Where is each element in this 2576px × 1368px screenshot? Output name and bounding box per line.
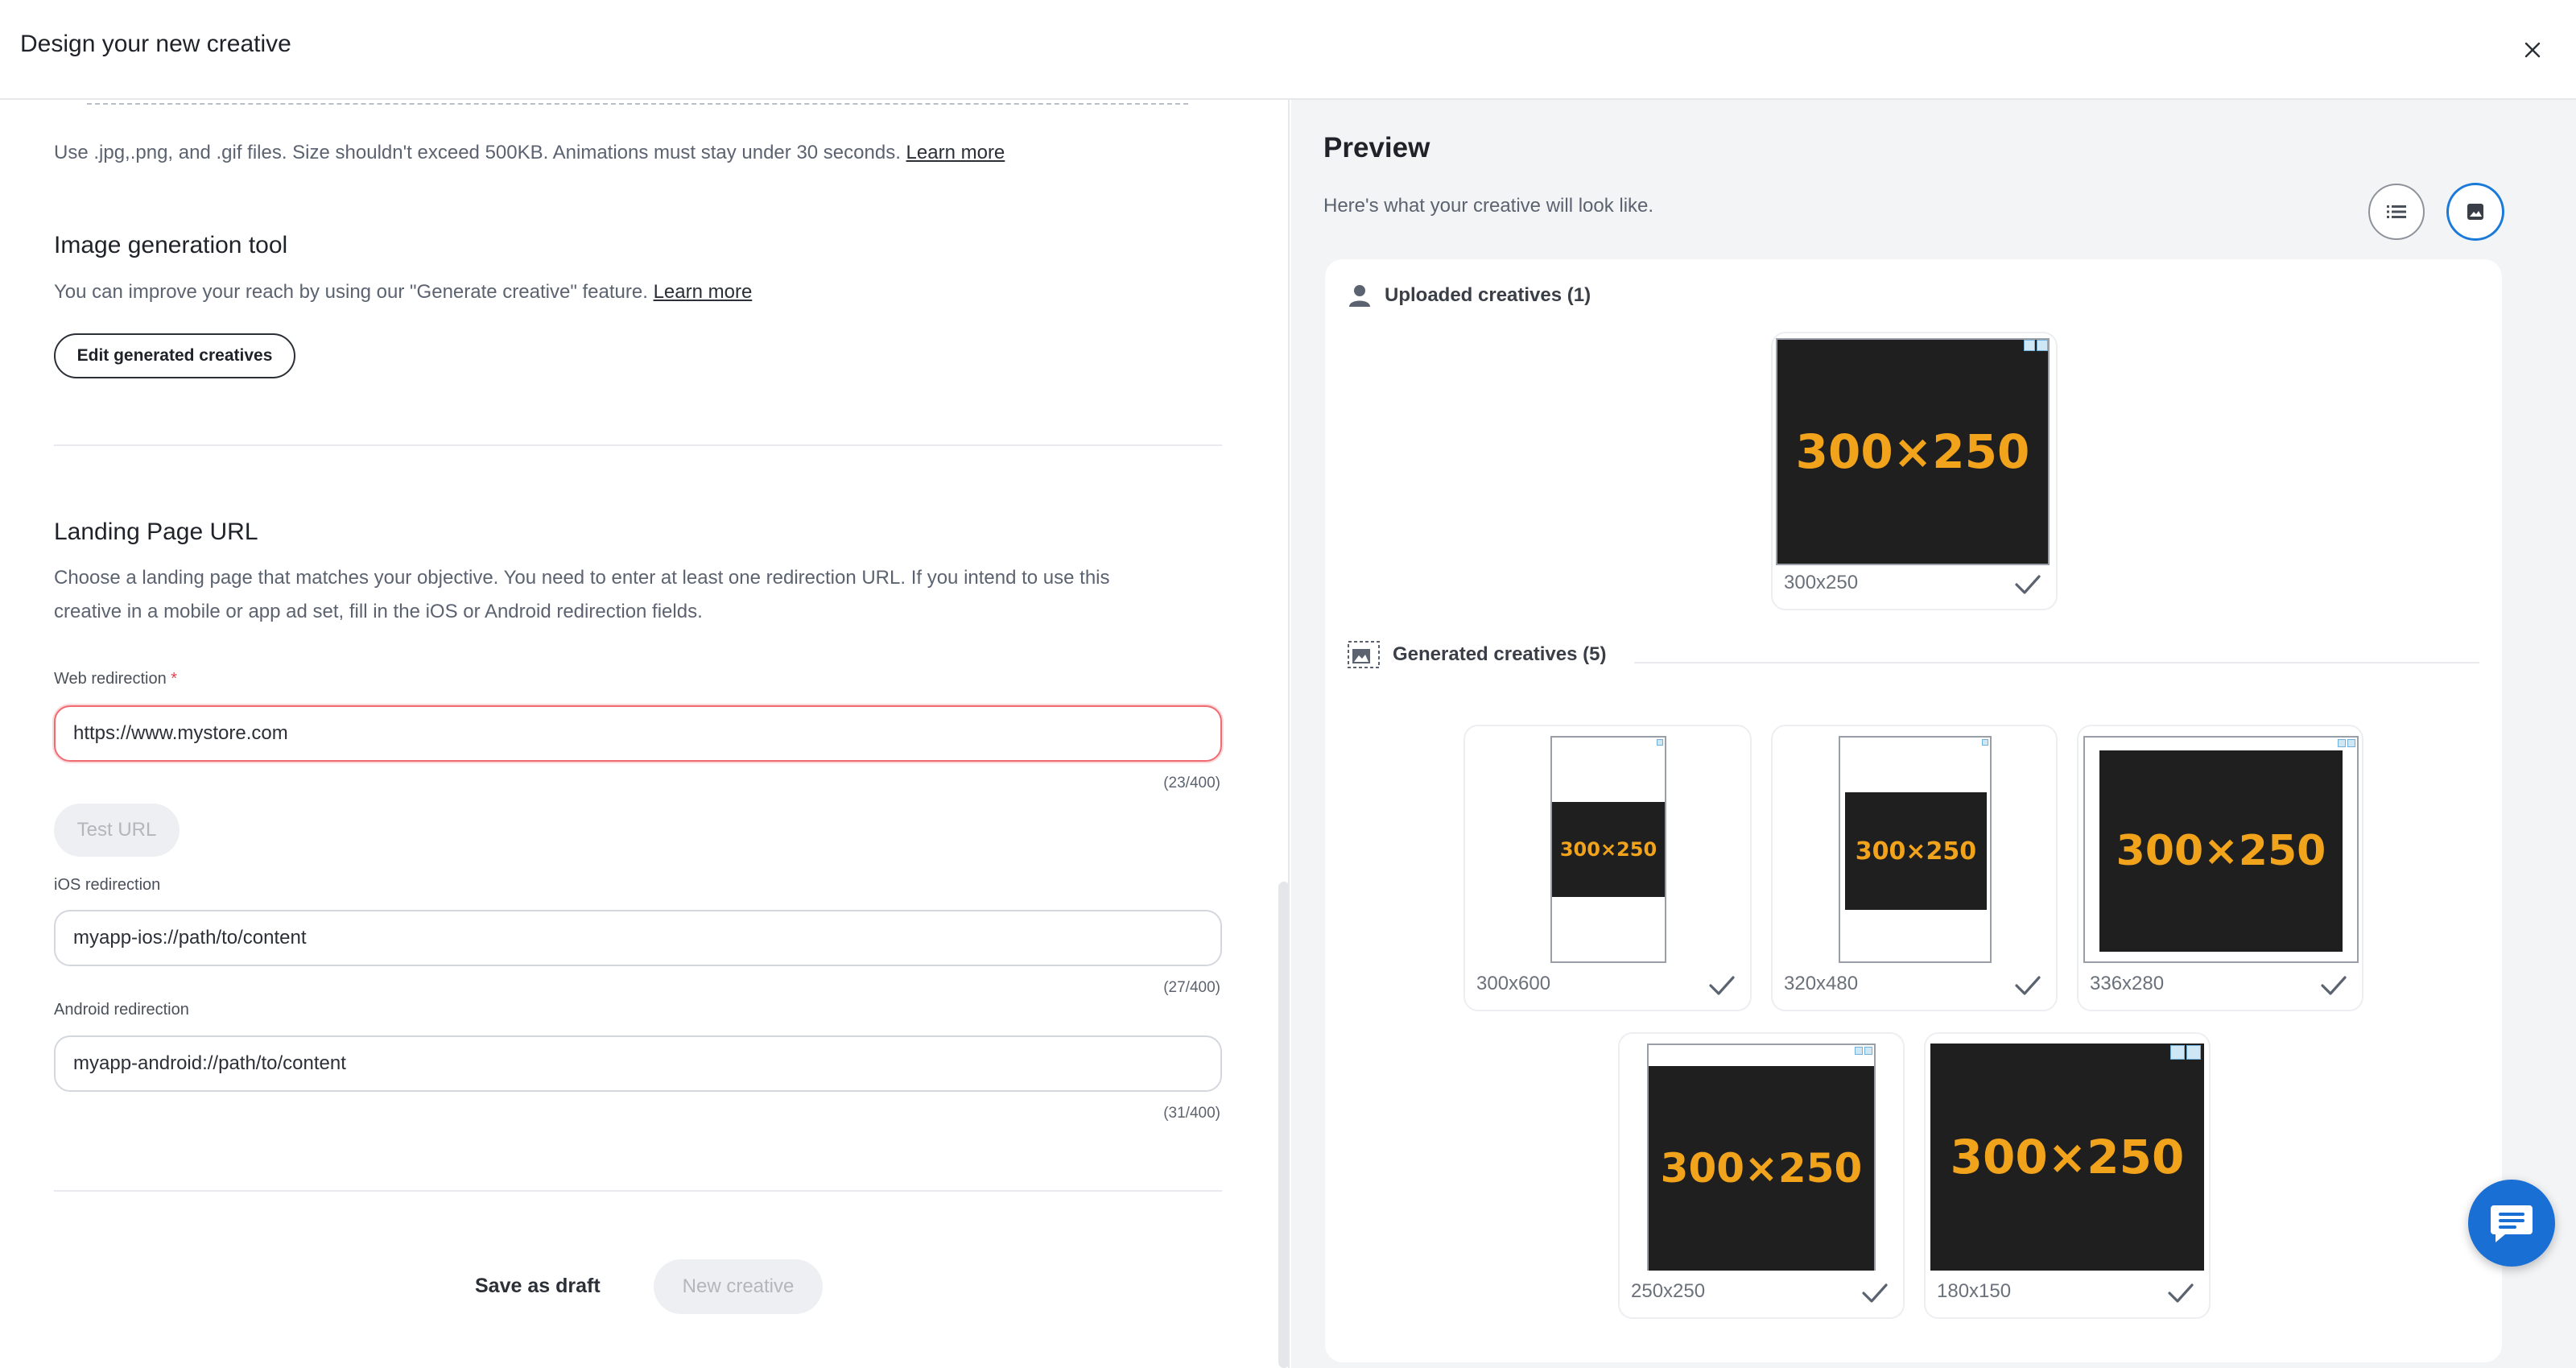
landing-page-description-line2: creative in a mobile or app ad set, fill… bbox=[54, 601, 703, 622]
landing-page-description-line1: Choose a landing page that matches your … bbox=[54, 567, 1110, 589]
checkmark-icon[interactable] bbox=[2014, 974, 2041, 997]
ad-preview: 300×250 bbox=[1776, 338, 2050, 565]
uploaded-creative-tile[interactable]: 300×250 300x250 bbox=[1771, 332, 2058, 610]
web-redirection-counter: (23/400) bbox=[1163, 775, 1220, 791]
uploaded-creatives-heading: Uploaded creatives (1) bbox=[1348, 283, 1591, 308]
adchoices-icon bbox=[1657, 739, 1663, 746]
chat-icon bbox=[2491, 1205, 2533, 1242]
image-view-icon bbox=[2467, 204, 2483, 220]
upload-dropzone-edge[interactable] bbox=[87, 100, 1188, 105]
image-view-button[interactable] bbox=[2447, 184, 2504, 240]
generated-creatives-label: Generated creatives (5) bbox=[1393, 643, 1607, 665]
save-as-draft-button[interactable]: Save as draft bbox=[475, 1275, 601, 1298]
close-icon bbox=[2524, 42, 2541, 58]
adchoices-icon bbox=[2338, 739, 2355, 747]
ad-preview: 300×250 bbox=[1552, 802, 1665, 897]
creative-size-label: 336x280 bbox=[2090, 973, 2165, 994]
generated-creative-tile[interactable]: 300×250 180x150 bbox=[1924, 1032, 2211, 1319]
section-divider bbox=[54, 444, 1222, 446]
generated-creative-tile[interactable]: 300×250 320x480 bbox=[1771, 725, 2058, 1011]
creative-size-label: 180x150 bbox=[1937, 1280, 2012, 1302]
upload-hint-text: Use .jpg,.png, and .gif files. Size shou… bbox=[54, 142, 901, 163]
creative-size-label: 320x480 bbox=[1784, 973, 1859, 994]
android-redirection-counter: (31/400) bbox=[1163, 1105, 1220, 1122]
ios-redirection-label: iOS redirection bbox=[54, 876, 161, 894]
checkmark-icon[interactable] bbox=[1708, 974, 1736, 997]
footer-divider bbox=[54, 1190, 1222, 1192]
list-view-icon bbox=[2387, 205, 2406, 218]
generated-creatives-heading: Generated creatives (5) bbox=[1348, 641, 1606, 668]
user-icon bbox=[1348, 283, 1372, 308]
upload-learn-more-link[interactable]: Learn more bbox=[906, 142, 1005, 163]
edit-generated-creatives-button[interactable]: Edit generated creatives bbox=[54, 333, 295, 378]
upload-hint: Use .jpg,.png, and .gif files. Size shou… bbox=[54, 142, 1005, 164]
checkmark-icon[interactable] bbox=[2014, 573, 2041, 596]
ios-redirection-input[interactable] bbox=[54, 910, 1222, 966]
modal-title: Design your new creative bbox=[20, 31, 291, 57]
ad-frame: 300×250 bbox=[2083, 736, 2359, 963]
adchoices-icon bbox=[1855, 1047, 1872, 1055]
generated-image-icon bbox=[1348, 641, 1380, 668]
chat-button[interactable] bbox=[2468, 1180, 2555, 1267]
ad-preview: 300×250 bbox=[1930, 1044, 2204, 1271]
ad-frame: 300×250 bbox=[1839, 736, 1992, 963]
required-mark: * bbox=[171, 670, 178, 688]
form-scrollbar[interactable] bbox=[1278, 882, 1288, 1368]
adchoices-icon bbox=[1982, 739, 1988, 746]
ad-preview: 300×250 bbox=[1649, 1066, 1874, 1271]
image-generation-title: Image generation tool bbox=[54, 232, 288, 258]
checkmark-icon[interactable] bbox=[1861, 1282, 1889, 1304]
adchoices-icon bbox=[2024, 340, 2048, 351]
checkmark-icon[interactable] bbox=[2167, 1282, 2194, 1304]
preview-pane: Preview Here's what your creative will l… bbox=[1291, 100, 2576, 1368]
generated-creatives-divider bbox=[1634, 662, 2479, 663]
generated-creative-tile[interactable]: 300×250 336x280 bbox=[2077, 725, 2363, 1011]
web-redirection-input[interactable] bbox=[54, 705, 1222, 762]
checkmark-icon[interactable] bbox=[2320, 974, 2347, 997]
image-generation-learn-more-link[interactable]: Learn more bbox=[654, 281, 753, 303]
image-generation-description: You can improve your reach by using our … bbox=[54, 275, 752, 309]
landing-page-description: Choose a landing page that matches your … bbox=[54, 561, 1110, 629]
modal-header: Design your new creative bbox=[0, 0, 2576, 100]
preview-card: Uploaded creatives (1) 300×250 300x250 G… bbox=[1325, 259, 2502, 1362]
web-redirection-label-text: Web redirection bbox=[54, 670, 167, 688]
creative-size-label: 300x250 bbox=[1784, 572, 1859, 593]
landing-page-title: Landing Page URL bbox=[54, 519, 258, 545]
android-redirection-input[interactable] bbox=[54, 1035, 1222, 1092]
uploaded-creatives-label: Uploaded creatives (1) bbox=[1385, 284, 1591, 306]
generated-creative-tile[interactable]: 300×250 250x250 bbox=[1618, 1032, 1905, 1319]
test-url-button[interactable]: Test URL bbox=[54, 804, 180, 857]
creative-form-pane[interactable]: Use .jpg,.png, and .gif files. Size shou… bbox=[0, 100, 1290, 1368]
web-redirection-label: Web redirection * bbox=[54, 670, 177, 688]
ad-frame: 300×250 bbox=[1550, 736, 1666, 963]
ios-redirection-counter: (27/400) bbox=[1163, 979, 1220, 996]
creative-size-label: 250x250 bbox=[1631, 1280, 1706, 1302]
close-button[interactable] bbox=[2513, 31, 2552, 69]
android-redirection-label: Android redirection bbox=[54, 1001, 189, 1019]
ad-frame: 300×250 bbox=[1647, 1044, 1876, 1271]
preview-subtitle: Here's what your creative will look like… bbox=[1323, 195, 1654, 217]
generated-creative-tile[interactable]: 300×250 300x600 bbox=[1463, 725, 1752, 1011]
list-view-button[interactable] bbox=[2368, 184, 2425, 240]
adchoices-icon bbox=[2170, 1045, 2201, 1060]
ad-preview: 300×250 bbox=[2099, 750, 2343, 952]
new-creative-button[interactable]: New creative bbox=[654, 1259, 823, 1314]
creative-size-label: 300x600 bbox=[1476, 973, 1551, 994]
image-generation-description-text: You can improve your reach by using our … bbox=[54, 281, 648, 303]
preview-title: Preview bbox=[1323, 132, 1430, 163]
ad-preview: 300×250 bbox=[1845, 792, 1987, 910]
